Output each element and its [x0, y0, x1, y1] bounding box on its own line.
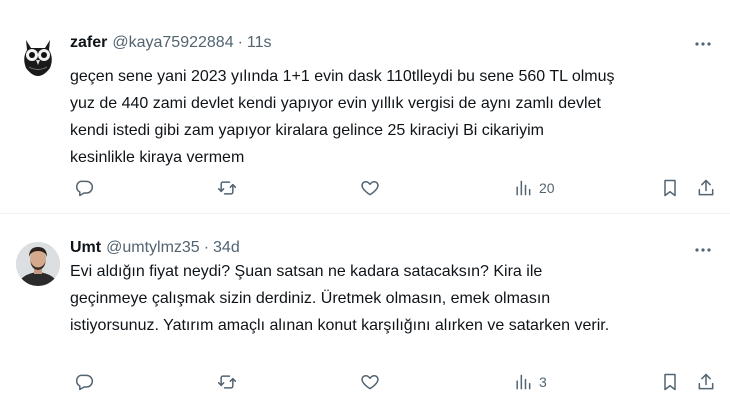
tweet-text-line: yuz de 440 zami devlet kendi yapıyor evi… [70, 95, 601, 112]
retweet-button[interactable] [217, 176, 237, 200]
bookmark-button[interactable] [660, 176, 680, 200]
reply-icon [76, 374, 94, 391]
tweet[interactable]: Umt @umtylmz35 · 34d Evi aldığın fiyat n… [0, 215, 730, 420]
man-icon [16, 242, 60, 286]
man-avatar[interactable] [16, 242, 60, 286]
tweet-text: Evi aldığın fiyat neydi? Şuan satsan ne … [70, 258, 720, 339]
display-name[interactable]: Umt [70, 238, 101, 258]
separator-dot: · [203, 239, 210, 256]
share-button[interactable] [696, 370, 716, 394]
retweet-icon [217, 375, 237, 389]
user-handle[interactable]: @kaya75922884 [112, 33, 233, 53]
tweet[interactable]: zafer @kaya75922884 · 11s geçen sene yan… [0, 0, 730, 214]
more-icon[interactable] [692, 33, 714, 55]
reply-button[interactable] [74, 370, 94, 394]
bookmark-button[interactable] [660, 370, 680, 394]
bookmark-icon [664, 373, 676, 391]
separator-dot: · [237, 34, 243, 51]
owl-avatar[interactable] [16, 34, 60, 78]
tweet-text-line: kesinlikle kiraya vermem [70, 149, 245, 166]
views-button[interactable]: 3 [513, 370, 547, 394]
tweet-text-line: kendi istedi gibi zam yapıyor kiralara g… [70, 122, 544, 139]
like-button[interactable] [360, 370, 380, 394]
heart-icon [361, 375, 379, 390]
share-icon [698, 179, 714, 196]
reply-icon [76, 180, 94, 197]
heart-icon [361, 181, 379, 196]
tweet-header: Umt @umtylmz35 · 34d [70, 238, 240, 258]
tweet-text: geçen sene yani 2023 yılında 1+1 evin da… [70, 63, 720, 171]
timestamp[interactable]: 34d [213, 238, 240, 258]
tweet-text-line: istiyorsunuz. Yatırım amaçlı alınan konu… [70, 317, 610, 334]
like-button[interactable] [360, 176, 380, 200]
tweet-header: zafer @kaya75922884 · 11s [70, 33, 272, 53]
views-count: 20 [539, 180, 555, 196]
owl-icon [16, 34, 60, 78]
display-name[interactable]: zafer [70, 33, 107, 53]
views-icon [516, 180, 531, 196]
action-bar: 3 [70, 370, 720, 394]
retweet-icon [217, 181, 237, 195]
reply-button[interactable] [74, 176, 94, 200]
action-bar: 20 [70, 176, 720, 200]
views-icon [516, 374, 531, 390]
retweet-button[interactable] [217, 370, 237, 394]
views-button[interactable]: 20 [513, 176, 555, 200]
timestamp[interactable]: 11s [247, 33, 272, 53]
views-count: 3 [539, 374, 547, 390]
tweet-text-line: geçinmeye çalışmak sizin derdiniz. Üretm… [70, 290, 551, 307]
share-button[interactable] [696, 176, 716, 200]
tweet-text-line: geçen sene yani 2023 yılında 1+1 evin da… [70, 68, 615, 85]
bookmark-icon [664, 179, 676, 197]
share-icon [698, 373, 714, 390]
user-handle[interactable]: @umtylmz35 [106, 238, 200, 258]
tweet-text-line: Evi aldığın fiyat neydi? Şuan satsan ne … [70, 263, 543, 280]
